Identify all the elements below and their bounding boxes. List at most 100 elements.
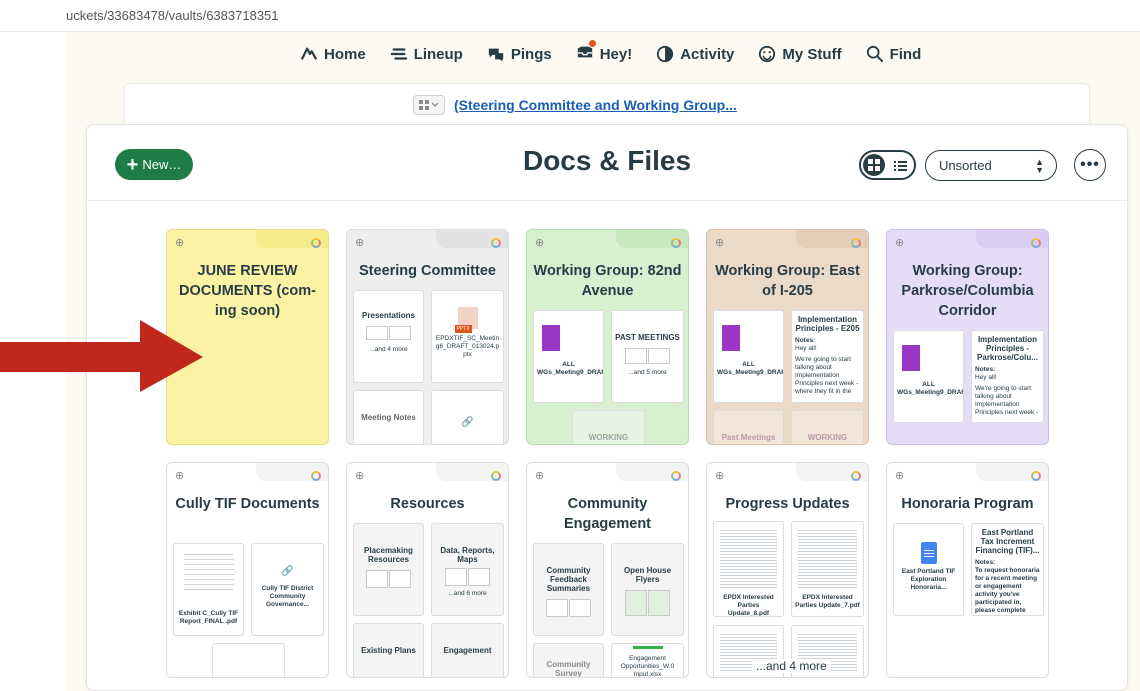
- subfolder-existing-plans[interactable]: Existing Plans: [353, 623, 424, 677]
- doc-excerpt: We're going to start talking about Imple…: [975, 385, 1039, 416]
- doc-implementation-principles[interactable]: Implementation Principles - E205 Notes: …: [791, 310, 864, 403]
- doc-tif-honoraria[interactable]: East Portland Tax Increment Financing (T…: [971, 523, 1044, 616]
- subfolder-presentations[interactable]: Presentations ...and 4 more: [353, 290, 424, 383]
- color-picker-icon[interactable]: [311, 471, 321, 481]
- subfolder-placemaking[interactable]: Placemaking Resources: [353, 523, 424, 616]
- file-name: Cully TIF District Community Governance.…: [261, 585, 314, 608]
- zoom-icon[interactable]: ⊕: [355, 236, 364, 249]
- nav-pings-label: Pings: [510, 45, 552, 63]
- file-pdf-all-wgs[interactable]: ALL WGs_Meeting9_DRAFT_050124.pdf: [713, 310, 784, 403]
- file-link[interactable]: 🔗: [431, 390, 504, 444]
- file-pdf-update-7[interactable]: EPDX Interested Parties Update_7.pdf: [791, 521, 864, 617]
- folder-resources[interactable]: ⊕ Resources Placemaking Resources Data, …: [346, 462, 509, 678]
- doc-greeting: Hey all!: [975, 374, 997, 381]
- subfolder-data-reports-maps[interactable]: Data, Reports, Maps ...and 6 more: [431, 523, 504, 616]
- nav-hey[interactable]: Hey!: [576, 40, 632, 65]
- zoom-icon[interactable]: ⊕: [535, 236, 544, 249]
- color-picker-icon[interactable]: [1031, 471, 1041, 481]
- color-picker-icon[interactable]: [311, 238, 321, 248]
- file-pdf-exhibit-c[interactable]: Exhibit C_Cully TIF Report_FINAL .pdf: [173, 543, 244, 636]
- home-logo-icon: [300, 47, 318, 60]
- chevron-down-icon: [431, 102, 439, 107]
- subfolder-community-survey[interactable]: Community Survey: [533, 643, 604, 677]
- subfolder-feedback-summaries[interactable]: Community Feedback Summaries: [533, 543, 604, 636]
- color-picker-icon[interactable]: [851, 238, 861, 248]
- list-view-icon[interactable]: [889, 154, 911, 176]
- zoom-icon[interactable]: ⊕: [535, 469, 544, 482]
- activity-icon: [657, 45, 674, 63]
- pdf-thumbnail: [902, 345, 920, 371]
- zoom-icon[interactable]: ⊕: [895, 469, 904, 482]
- nav-mystuff[interactable]: My Stuff: [758, 45, 842, 63]
- subfolder-engagement[interactable]: Engagement: [431, 623, 504, 677]
- folder-title: Working Group: 82nd Avenue: [533, 263, 682, 299]
- nav-activity[interactable]: Activity: [656, 45, 734, 63]
- subfolder-open-house-flyers[interactable]: Open House Flyers: [611, 543, 684, 636]
- folder-wg-82nd[interactable]: ⊕ Working Group: 82nd Avenue ALL WGs_Mee…: [526, 229, 689, 445]
- view-toggle[interactable]: [859, 150, 916, 180]
- file-pdf-all-wgs[interactable]: ALL WGs_Meeting9_DRAFT_050124.pdf: [893, 330, 964, 423]
- doc-implementation-principles[interactable]: Implementation Principles - Parkrose/Col…: [971, 330, 1044, 423]
- doc-notes-label: Notes:: [975, 559, 996, 566]
- color-picker-icon[interactable]: [671, 471, 681, 481]
- link-icon: 🔗: [461, 417, 474, 428]
- grid-view-icon[interactable]: [863, 154, 885, 176]
- more-options-button[interactable]: •••: [1074, 149, 1106, 181]
- zoom-icon[interactable]: ⊕: [895, 236, 904, 249]
- nav-find[interactable]: Find: [866, 45, 921, 63]
- color-picker-icon[interactable]: [491, 471, 501, 481]
- folder-wg-parkrose[interactable]: ⊕ Working Group: Parkrose/Columbia Corri…: [886, 229, 1049, 445]
- hidden-item[interactable]: [212, 643, 285, 677]
- xlsx-indicator: [632, 646, 663, 649]
- subfolder-label: Placemaking Resources: [364, 546, 413, 564]
- zoom-icon[interactable]: ⊕: [355, 469, 364, 482]
- subfolder-meeting-notes[interactable]: Meeting Notes: [353, 390, 424, 444]
- folder-cully-tif[interactable]: ⊕ Cully TIF Documents Exhibit C_Cully TI…: [166, 462, 329, 678]
- folder-title: Cully TIF Documents: [175, 496, 320, 512]
- breadcrumb-project-link[interactable]: (Steering Committee and Working Group...: [454, 97, 737, 113]
- subfolder-working[interactable]: WORKING: [791, 410, 864, 444]
- folder-wg-east-i205[interactable]: ⊕ Working Group: East of I-205 ALL WGs_M…: [706, 229, 869, 445]
- subfolder-past-meetings[interactable]: Past Meetings: [713, 410, 784, 444]
- pings-icon: [488, 48, 504, 62]
- nav-pings[interactable]: Pings: [487, 45, 552, 63]
- subfolder-past-meetings[interactable]: PAST MEETINGS ...and 5 more: [611, 310, 684, 403]
- select-arrows-icon: ▲ ▼: [1035, 157, 1044, 175]
- url-text[interactable]: uckets/33683478/vaults/6383718351: [66, 8, 279, 23]
- browser-address-bar[interactable]: uckets/33683478/vaults/6383718351: [0, 0, 1140, 32]
- color-picker-icon[interactable]: [851, 471, 861, 481]
- subfolder-label: Open House Flyers: [623, 566, 672, 584]
- zoom-icon[interactable]: ⊕: [715, 236, 724, 249]
- sort-select[interactable]: Unsorted ▲ ▼: [925, 150, 1057, 181]
- folder-title: Working Group: Parkrose/Columbia Corrido…: [901, 263, 1034, 319]
- file-xlsx-engagement[interactable]: Engagement Opportunities_W.0 Input.xlsx: [611, 643, 684, 677]
- color-picker-icon[interactable]: [491, 238, 501, 248]
- color-picker-icon[interactable]: [1031, 238, 1041, 248]
- file-pdf-update-8[interactable]: EPDX Interested Parties Update_8.pdf: [713, 521, 784, 617]
- file-name: EPDX Interested Parties Update_7.pdf: [795, 594, 860, 609]
- grid-icon: [419, 100, 429, 110]
- color-picker-icon[interactable]: [671, 238, 681, 248]
- folder-title: JUNE REVIEW DOCUMENTS (com-ing soon): [179, 263, 316, 319]
- google-doc-honoraria[interactable]: East Portland TIF Exploration Honoraria.…: [893, 523, 964, 616]
- folder-progress-updates[interactable]: ⊕ Progress Updates EPDX Interested Parti…: [706, 462, 869, 678]
- file-pptx[interactable]: PPTX EPDXTIF_SC_Meeting6_DRAFT_013024.pp…: [431, 290, 504, 383]
- file-pdf-all-wgs[interactable]: ALL WGs_Meeting9_DRAFT_050124.pdf: [533, 310, 604, 403]
- doc-title: East Portland Tax Increment Financing (T…: [975, 528, 1040, 555]
- subfolder-working[interactable]: WORKING: [572, 410, 645, 444]
- nav-home[interactable]: Home: [300, 45, 366, 63]
- subfolder-label: PAST MEETINGS: [615, 333, 680, 342]
- pdf-thumbnail: [184, 550, 234, 590]
- doc-community-governance[interactable]: 🔗 Cully TIF District Community Governanc…: [251, 543, 324, 636]
- project-switcher-button[interactable]: [413, 95, 445, 115]
- folder-steering-committee[interactable]: ⊕ Steering Committee Presentations ...an…: [346, 229, 509, 445]
- file-name: ALL WGs_Meeting9_DRAFT_050124.pdf: [537, 361, 604, 376]
- nav-lineup[interactable]: Lineup: [390, 45, 463, 63]
- zoom-icon[interactable]: ⊕: [175, 469, 184, 482]
- folder-honoraria-program[interactable]: ⊕ Honoraria Program East Portland TIF Ex…: [886, 462, 1049, 678]
- red-arrow-annotation: [0, 320, 203, 392]
- zoom-icon[interactable]: ⊕: [175, 236, 184, 249]
- zoom-icon[interactable]: ⊕: [715, 469, 724, 482]
- more-count[interactable]: ...and 4 more: [752, 659, 831, 673]
- folder-community-engagement[interactable]: ⊕ Community Engagement Community Feedbac…: [526, 462, 689, 678]
